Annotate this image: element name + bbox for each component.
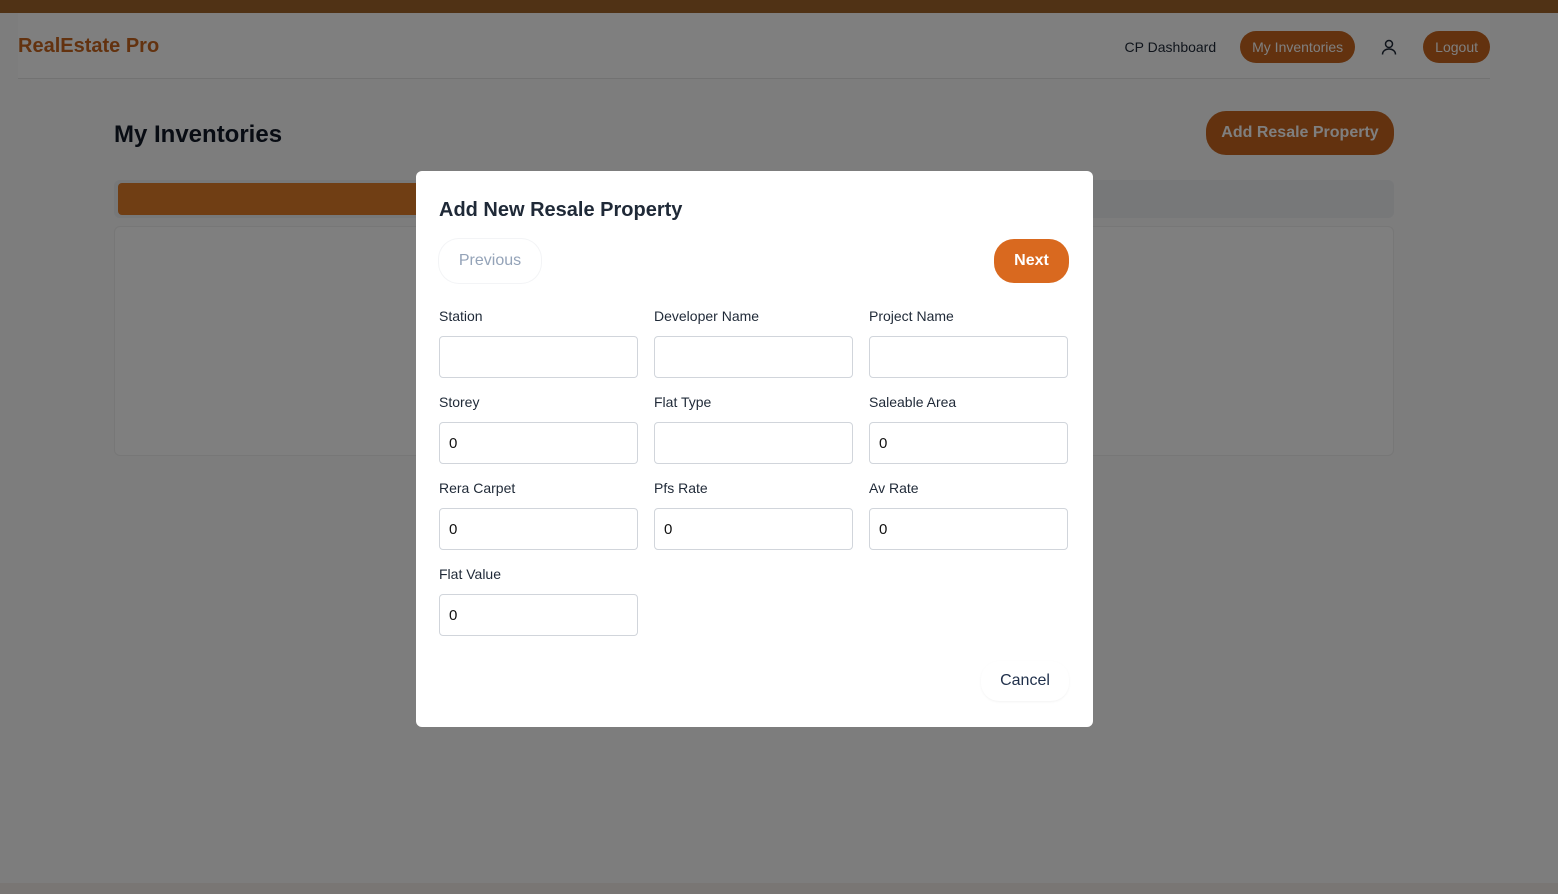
storey-label: Storey [439,394,480,410]
av-rate-label: Av Rate [869,480,919,496]
station-label: Station [439,308,483,324]
pfs-rate-input[interactable] [654,508,853,550]
saleable-area-input[interactable] [869,422,1068,464]
rera-carpet-label: Rera Carpet [439,480,516,496]
av-rate-field: Av Rate [869,480,1068,550]
flat-value-label: Flat Value [439,566,501,582]
developer-name-input[interactable] [654,336,853,378]
modal-title: Add New Resale Property [439,199,683,221]
rera-carpet-input[interactable] [439,508,638,550]
flat-type-input[interactable] [654,422,853,464]
project-name-input[interactable] [869,336,1068,378]
developer-name-field: Developer Name [654,308,853,378]
add-property-modal: Add New Resale Property Previous Next St… [416,171,1093,727]
flat-type-field: Flat Type [654,394,853,464]
previous-button[interactable]: Previous [439,239,541,283]
storey-field: Storey [439,394,638,464]
saleable-area-field: Saleable Area [869,394,1068,464]
av-rate-input[interactable] [869,508,1068,550]
rera-carpet-field: Rera Carpet [439,480,638,550]
flat-value-input[interactable] [439,594,638,636]
flat-type-label: Flat Type [654,394,712,410]
pfs-rate-field: Pfs Rate [654,480,853,550]
developer-name-label: Developer Name [654,308,760,324]
project-name-field: Project Name [869,308,1068,378]
storey-input[interactable] [439,422,638,464]
pfs-rate-label: Pfs Rate [654,480,708,496]
station-input[interactable] [439,336,638,378]
station-field: Station [439,308,638,378]
cancel-button[interactable]: Cancel [981,661,1069,701]
saleable-area-label: Saleable Area [869,394,957,410]
flat-value-field: Flat Value [439,566,638,636]
next-button[interactable]: Next [994,239,1069,283]
project-name-label: Project Name [869,308,954,324]
